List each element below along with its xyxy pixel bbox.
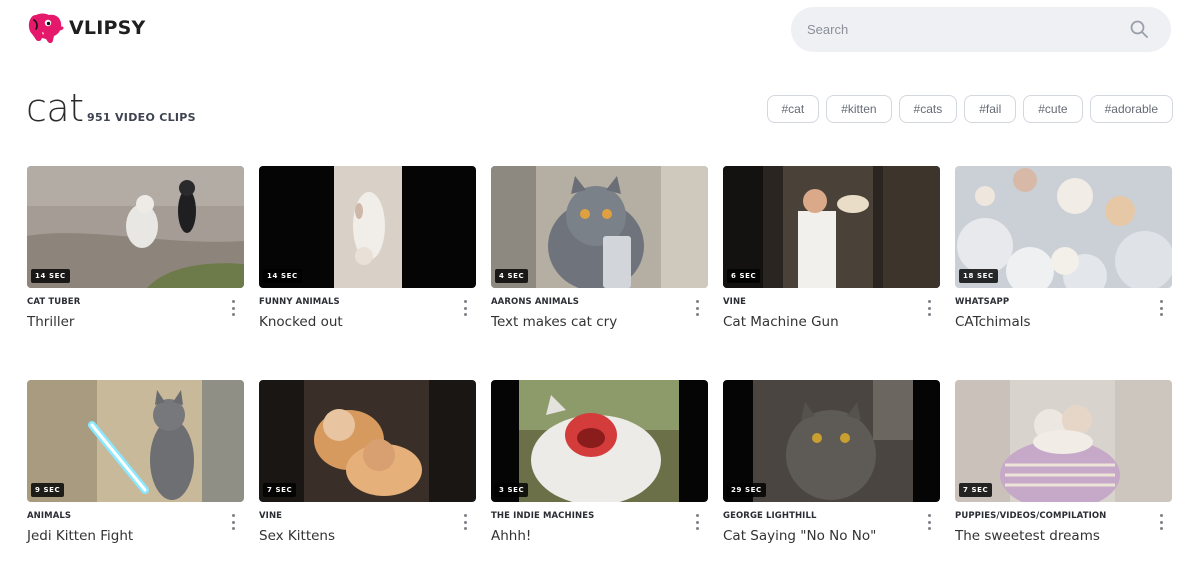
clip-title[interactable]: Cat Machine Gun (723, 314, 839, 330)
more-options-icon[interactable] (692, 514, 702, 530)
brand-name: VLIPSY (69, 17, 146, 39)
tag-list: #cat #kitten #cats #fail #cute #adorable (766, 95, 1173, 123)
clip-title[interactable]: Cat Saying "No No No" (723, 528, 876, 544)
channel-name[interactable]: VINE (259, 511, 282, 521)
channel-name[interactable]: GEORGE LIGHTHILL (723, 511, 816, 521)
clip-title[interactable]: Thriller (27, 314, 74, 330)
channel-name[interactable]: FUNNY ANIMALS (259, 297, 340, 307)
clip-title[interactable]: Sex Kittens (259, 528, 335, 544)
channel-name[interactable]: THE INDIE MACHINES (491, 511, 594, 521)
clip-card[interactable]: 29 SEC GEORGE LIGHTHILL Cat Saying "No N… (723, 380, 940, 544)
clip-thumbnail[interactable]: 7 SEC (259, 380, 476, 502)
tag-chip[interactable]: #adorable (1089, 95, 1173, 123)
duration-badge: 29 SEC (727, 483, 766, 497)
duration-badge: 18 SEC (959, 269, 998, 283)
more-options-icon[interactable] (1156, 514, 1166, 530)
clip-card[interactable]: 14 SEC CAT TUBER Thriller (27, 166, 244, 330)
more-options-icon[interactable] (692, 300, 702, 316)
clip-thumbnail[interactable]: 14 SEC (27, 166, 244, 288)
clip-card[interactable]: 9 SEC ANIMALS Jedi Kitten Fight (27, 380, 244, 544)
clip-card[interactable]: 6 SEC VINE Cat Machine Gun (723, 166, 940, 330)
tag-chip[interactable]: #kitten (826, 95, 892, 123)
channel-name[interactable]: WHATSAPP (955, 297, 1009, 307)
duration-badge: 14 SEC (31, 269, 70, 283)
more-options-icon[interactable] (1156, 300, 1166, 316)
duration-badge: 3 SEC (495, 483, 529, 497)
search-bar (791, 7, 1171, 52)
more-options-icon[interactable] (460, 300, 470, 316)
duration-badge: 7 SEC (263, 483, 297, 497)
duration-badge: 4 SEC (495, 269, 529, 283)
clip-title[interactable]: CATchimals (955, 314, 1031, 330)
elephant-logo-icon (28, 13, 64, 44)
search-input[interactable] (807, 7, 1127, 52)
clip-card[interactable]: 3 SEC THE INDIE MACHINES Ahhh! (491, 380, 708, 544)
tag-chip[interactable]: #fail (964, 95, 1017, 123)
clip-card[interactable]: 7 SEC VINE Sex Kittens (259, 380, 476, 544)
clip-thumbnail[interactable]: 9 SEC (27, 380, 244, 502)
channel-name[interactable]: VINE (723, 297, 746, 307)
clip-card[interactable]: 7 SEC PUPPIES/VIDEOS/COMPILATION The swe… (955, 380, 1172, 544)
clip-card[interactable]: 4 SEC AARONS ANIMALS Text makes cat cry (491, 166, 708, 330)
more-options-icon[interactable] (924, 300, 934, 316)
duration-badge: 7 SEC (959, 483, 993, 497)
search-icon[interactable] (1129, 19, 1149, 39)
clip-title[interactable]: Ahhh! (491, 528, 531, 544)
tag-chip[interactable]: #cat (766, 95, 820, 123)
more-options-icon[interactable] (228, 514, 238, 530)
channel-name[interactable]: AARONS ANIMALS (491, 297, 579, 307)
clip-card[interactable]: 14 SEC FUNNY ANIMALS Knocked out (259, 166, 476, 330)
tag-chip[interactable]: #cute (1023, 95, 1083, 123)
channel-name[interactable]: PUPPIES/VIDEOS/COMPILATION (955, 511, 1106, 521)
clip-title[interactable]: Jedi Kitten Fight (27, 528, 133, 544)
clip-thumbnail[interactable]: 6 SEC (723, 166, 940, 288)
tag-chip[interactable]: #cats (898, 95, 958, 123)
clip-thumbnail[interactable]: 29 SEC (723, 380, 940, 502)
duration-badge: 6 SEC (727, 269, 761, 283)
clip-thumbnail[interactable]: 3 SEC (491, 380, 708, 502)
clip-count: 951 VIDEO CLIPS (87, 111, 196, 124)
channel-name[interactable]: ANIMALS (27, 511, 71, 521)
clip-thumbnail[interactable]: 18 SEC (955, 166, 1172, 288)
channel-name[interactable]: CAT TUBER (27, 297, 80, 307)
clip-thumbnail[interactable]: 14 SEC (259, 166, 476, 288)
clip-thumbnail[interactable]: 7 SEC (955, 380, 1172, 502)
duration-badge: 9 SEC (31, 483, 65, 497)
clip-grid: 14 SEC CAT TUBER Thriller 14 SEC FUNNY A… (27, 166, 1173, 544)
brand-logo[interactable]: VLIPSY (26, 12, 145, 44)
more-options-icon[interactable] (924, 514, 934, 530)
more-options-icon[interactable] (460, 514, 470, 530)
clip-thumbnail[interactable]: 4 SEC (491, 166, 708, 288)
duration-badge: 14 SEC (263, 269, 302, 283)
clip-title[interactable]: Text makes cat cry (491, 314, 617, 330)
more-options-icon[interactable] (228, 300, 238, 316)
page-title: cat (26, 86, 84, 130)
clip-title[interactable]: The sweetest dreams (955, 528, 1100, 544)
clip-title[interactable]: Knocked out (259, 314, 343, 330)
clip-card[interactable]: 18 SEC WHATSAPP CATchimals (955, 166, 1172, 330)
